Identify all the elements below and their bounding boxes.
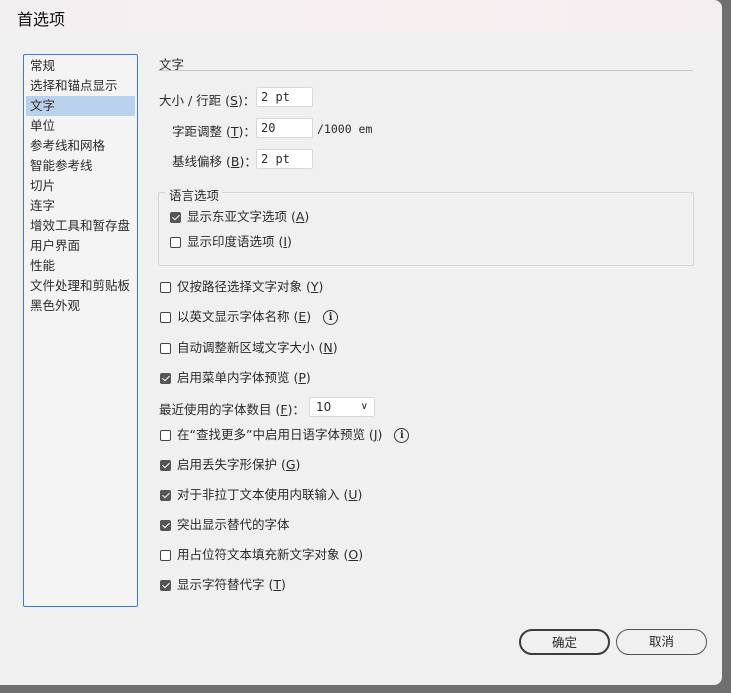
sidebar-item[interactable]: 参考线和网格 bbox=[26, 136, 135, 156]
sidebar-item[interactable]: 用户界面 bbox=[26, 236, 135, 256]
sidebar-item[interactable]: 常规 bbox=[26, 56, 135, 76]
checkbox-checked[interactable] bbox=[160, 520, 171, 531]
tracking-input[interactable]: 20 bbox=[256, 118, 313, 138]
cancel-button[interactable]: 取消 bbox=[616, 629, 707, 655]
checkbox-unchecked[interactable] bbox=[170, 237, 181, 248]
checkbox-checked[interactable] bbox=[160, 460, 171, 471]
checkbox-label: 显示东亚文字选项 (A) bbox=[187, 209, 310, 224]
sidebar-item[interactable]: 智能参考线 bbox=[26, 156, 135, 176]
checkbox-label: 对于非拉丁文本使用内联输入 (U) bbox=[177, 487, 363, 502]
checkbox-label: 自动调整新区域文字大小 (N) bbox=[177, 340, 338, 355]
checkbox-checked[interactable] bbox=[160, 580, 171, 591]
checkbox-label: 显示字符替代字 (T) bbox=[177, 577, 286, 592]
preferences-dialog: 首选项 常规 选择和锚点显示 文字 单位 参考线和网格 智能参考线 切片 连字 增效工具和暂存盘… bbox=[0, 0, 722, 685]
checkbox-label: 启用丢失字形保护 (G) bbox=[177, 457, 301, 472]
sidebar-item[interactable]: 单位 bbox=[26, 116, 135, 136]
checkbox-checked[interactable] bbox=[160, 490, 171, 501]
sidebar-item[interactable]: 文件处理和剪贴板 bbox=[26, 276, 135, 296]
checkbox-checked[interactable] bbox=[170, 212, 181, 223]
baseline-label: 基线偏移 (B)： bbox=[172, 154, 257, 169]
dialog-title: 首选项 bbox=[17, 10, 66, 29]
checkbox-unchecked[interactable] bbox=[160, 312, 171, 323]
info-icon[interactable]: i bbox=[323, 310, 339, 325]
info-icon[interactable]: i bbox=[394, 428, 410, 443]
sidebar-item[interactable]: 增效工具和暂存盘 bbox=[26, 216, 135, 236]
recent-fonts-value: 10 bbox=[316, 400, 332, 414]
sidebar-item[interactable]: 性能 bbox=[26, 256, 135, 276]
sidebar-item[interactable]: 黑色外观 bbox=[26, 296, 135, 316]
checkbox-unchecked[interactable] bbox=[160, 550, 171, 561]
checkbox-checked[interactable] bbox=[160, 373, 171, 384]
sidebar-item[interactable]: 选择和锚点显示 bbox=[26, 76, 135, 96]
chevron-down-icon: ∨ bbox=[360, 401, 368, 412]
tracking-unit: /1000 em bbox=[317, 122, 373, 136]
category-list[interactable]: 常规 选择和锚点显示 文字 单位 参考线和网格 智能参考线 切片 连字 增效工具和暂存盘 用户界面… bbox=[23, 54, 138, 607]
language-options-group bbox=[158, 192, 694, 266]
size-label: 大小 / 行距 (S)： bbox=[159, 93, 256, 108]
checkbox-label: 仅按路径选择文字对象 (Y) bbox=[177, 279, 324, 294]
recent-fonts-label: 最近使用的字体数目 (F)： bbox=[159, 402, 305, 417]
checkbox-unchecked[interactable] bbox=[160, 282, 171, 293]
size-input[interactable]: 2 pt bbox=[256, 87, 313, 107]
section-divider bbox=[158, 70, 693, 71]
title-bar: 首选项 bbox=[0, 0, 722, 32]
checkbox-label: 用占位符文本填充新文字对象 (O) bbox=[177, 547, 364, 562]
checkbox-label: 突出显示替代的字体 bbox=[177, 517, 290, 532]
recent-fonts-dropdown[interactable]: 10 ∨ bbox=[309, 397, 375, 417]
sidebar-item[interactable]: 切片 bbox=[26, 176, 135, 196]
checkbox-unchecked[interactable] bbox=[160, 430, 171, 441]
checkbox-label: 启用菜单内字体预览 (P) bbox=[177, 370, 311, 385]
baseline-input[interactable]: 2 pt bbox=[256, 149, 313, 169]
ok-button[interactable]: 确定 bbox=[519, 629, 610, 655]
sidebar-item[interactable]: 文字 bbox=[26, 96, 135, 116]
checkbox-label: 显示印度语选项 (I) bbox=[187, 234, 292, 249]
language-options-legend: 语言选项 bbox=[166, 185, 223, 204]
tracking-label: 字距调整 (T)： bbox=[172, 124, 256, 139]
sidebar-item[interactable]: 连字 bbox=[26, 196, 135, 216]
checkbox-label: 以英文显示字体名称 (E) i bbox=[177, 308, 339, 326]
checkbox-label: 在“查找更多”中启用日语字体预览 (J) i bbox=[177, 426, 410, 444]
checkbox-unchecked[interactable] bbox=[160, 343, 171, 354]
